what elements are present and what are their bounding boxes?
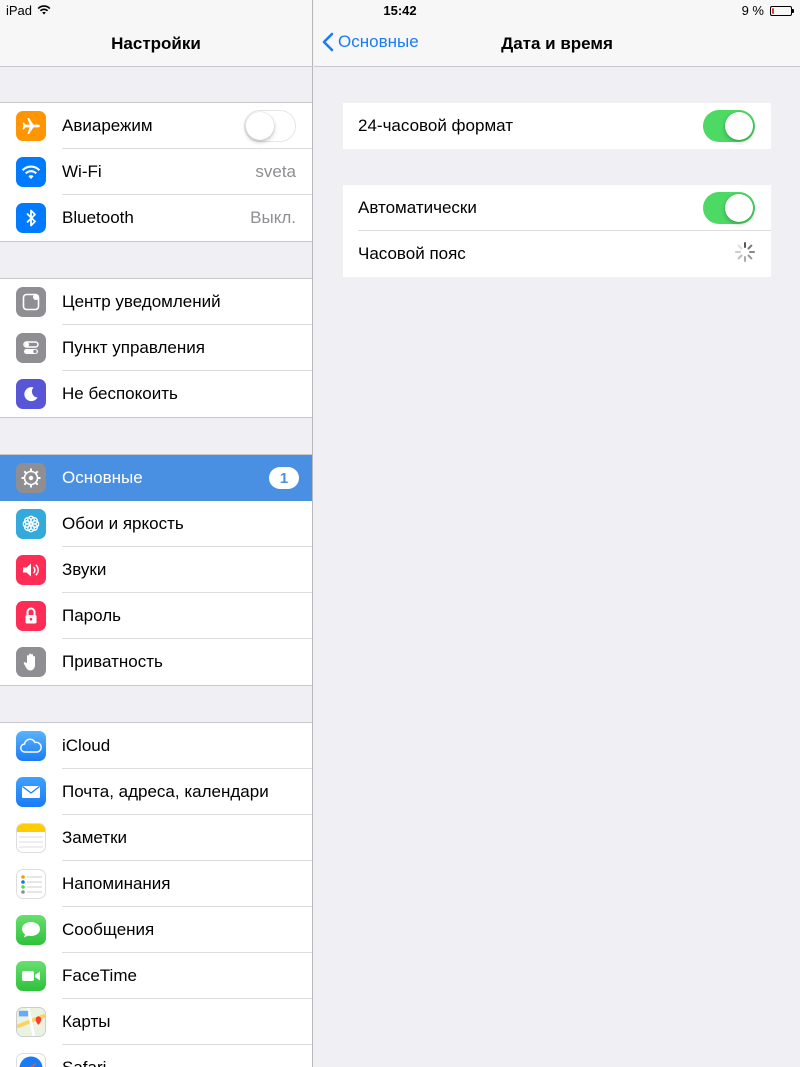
moon-icon [16,379,46,409]
sidebar-item-label: Звуки [62,560,107,579]
sidebar-item-bluetooth[interactable]: Bluetooth Выкл. [0,195,312,241]
update-badge: 1 [269,467,299,489]
battery-fill [772,7,774,14]
sidebar-item-safari[interactable]: Safari [0,1045,312,1067]
reminders-icon [16,869,46,899]
status-right: 9 % [741,3,794,18]
bluetooth-icon [16,203,46,233]
automatic-toggle[interactable] [703,192,755,224]
status-time: 15:42 [383,3,417,18]
sidebar-item-label: Приватность [62,652,163,671]
setting-24h-format: 24-часовой формат [343,103,771,149]
sidebar-item-label: Почта, адреса, календари [62,782,269,801]
timezone-group: Автоматически Часовой пояс [343,185,771,277]
sidebar-item-label: Обои и яркость [62,514,184,533]
sidebar-item-sounds[interactable]: Звуки [0,547,312,593]
sidebar-item-label: Не беспокоить [62,384,178,403]
wifi-network-value: sveta [255,162,296,181]
loading-spinner-icon [734,241,756,268]
messages-icon [16,915,46,945]
setting-timezone[interactable]: Часовой пояс [343,231,771,277]
sidebar-item-general[interactable]: Основные 1 [0,455,312,501]
setting-label: Часовой пояс [358,244,466,263]
sidebar-item-label: Центр уведомлений [62,292,221,311]
cloud-icon [16,731,46,761]
sidebar-item-privacy[interactable]: Приватность [0,639,312,685]
status-bar: iPad 15:42 9 % [0,0,800,22]
hand-icon [16,647,46,677]
setting-automatic: Автоматически [343,185,771,231]
setting-label: 24-часовой формат [358,116,513,135]
wifi-icon [16,157,46,187]
lock-icon [16,601,46,631]
sidebar-item-do-not-disturb[interactable]: Не беспокоить [0,371,312,417]
sidebar-item-wallpaper[interactable]: Обои и яркость [0,501,312,547]
sidebar-item-label: FaceTime [62,966,137,985]
sidebar-item-label: Bluetooth [62,208,134,227]
sidebar-item-label: iCloud [62,736,111,755]
sidebar-group-general: Основные 1 Обои и яркость Звуки Пароль П… [0,454,312,686]
sidebar-item-label: Сообщения [62,920,155,939]
sidebar-item-label: Авиарежим [62,116,153,135]
sidebar-item-label: Safari [62,1058,312,1067]
toggle-knob [246,112,274,140]
toggle-knob [725,112,753,140]
battery-icon [770,5,794,16]
gear-icon [16,463,46,493]
detail-pane: Основные Дата и время 24-часовой формат … [314,0,800,1067]
toggle-knob [725,194,753,222]
speaker-icon [16,555,46,585]
sidebar-item-mail[interactable]: Почта, адреса, календари [0,769,312,815]
battery-percent: 9 % [741,3,764,18]
sidebar-item-passcode[interactable]: Пароль [0,593,312,639]
wallpaper-icon [16,509,46,539]
notification-center-icon [16,287,46,317]
mail-icon [16,777,46,807]
sidebar-item-facetime[interactable]: FaceTime [0,953,312,999]
bluetooth-status-value: Выкл. [250,208,296,227]
24h-format-toggle[interactable] [703,110,755,142]
page-title: Дата и время [501,34,613,53]
airplane-icon [16,111,46,141]
maps-icon [16,1007,46,1037]
control-center-icon [16,333,46,363]
sidebar-item-label: Пункт управления [62,338,205,357]
safari-icon [16,1053,46,1067]
sidebar-item-messages[interactable]: Сообщения [0,907,312,953]
sidebar-item-icloud[interactable]: iCloud [0,723,312,769]
sidebar-item-maps[interactable]: Карты [0,999,312,1045]
sidebar-item-airplane[interactable]: Авиарежим [0,103,312,149]
settings-sidebar: Настройки Авиарежим Wi-Fi sveta Bluetoot… [0,0,313,1067]
sidebar-item-label: Карты [62,1012,111,1031]
sidebar-group-system: Центр уведомлений Пункт управления Не бе… [0,278,312,418]
sidebar-item-label: Напоминания [62,874,171,893]
notes-icon [16,823,46,853]
sidebar-item-label: Заметки [62,828,128,847]
airplane-toggle[interactable] [244,110,296,142]
sidebar-item-label: Основные [62,468,143,487]
sidebar-item-label: Wi-Fi [62,162,102,181]
sidebar-item-wifi[interactable]: Wi-Fi sveta [0,149,312,195]
sidebar-item-notification-center[interactable]: Центр уведомлений [0,279,312,325]
sidebar-item-label: Пароль [62,606,121,625]
sidebar-group-connectivity: Авиарежим Wi-Fi sveta Bluetooth Выкл. [0,102,312,242]
time-format-group: 24-часовой формат [343,103,771,149]
sidebar-title: Настройки [111,34,201,53]
sidebar-item-reminders[interactable]: Напоминания [0,861,312,907]
setting-label: Автоматически [358,198,477,217]
sidebar-item-control-center[interactable]: Пункт управления [0,325,312,371]
facetime-icon [16,961,46,991]
sidebar-item-notes[interactable]: Заметки [0,815,312,861]
sidebar-group-apps: iCloud Почта, адреса, календари Заметки … [0,722,312,1067]
